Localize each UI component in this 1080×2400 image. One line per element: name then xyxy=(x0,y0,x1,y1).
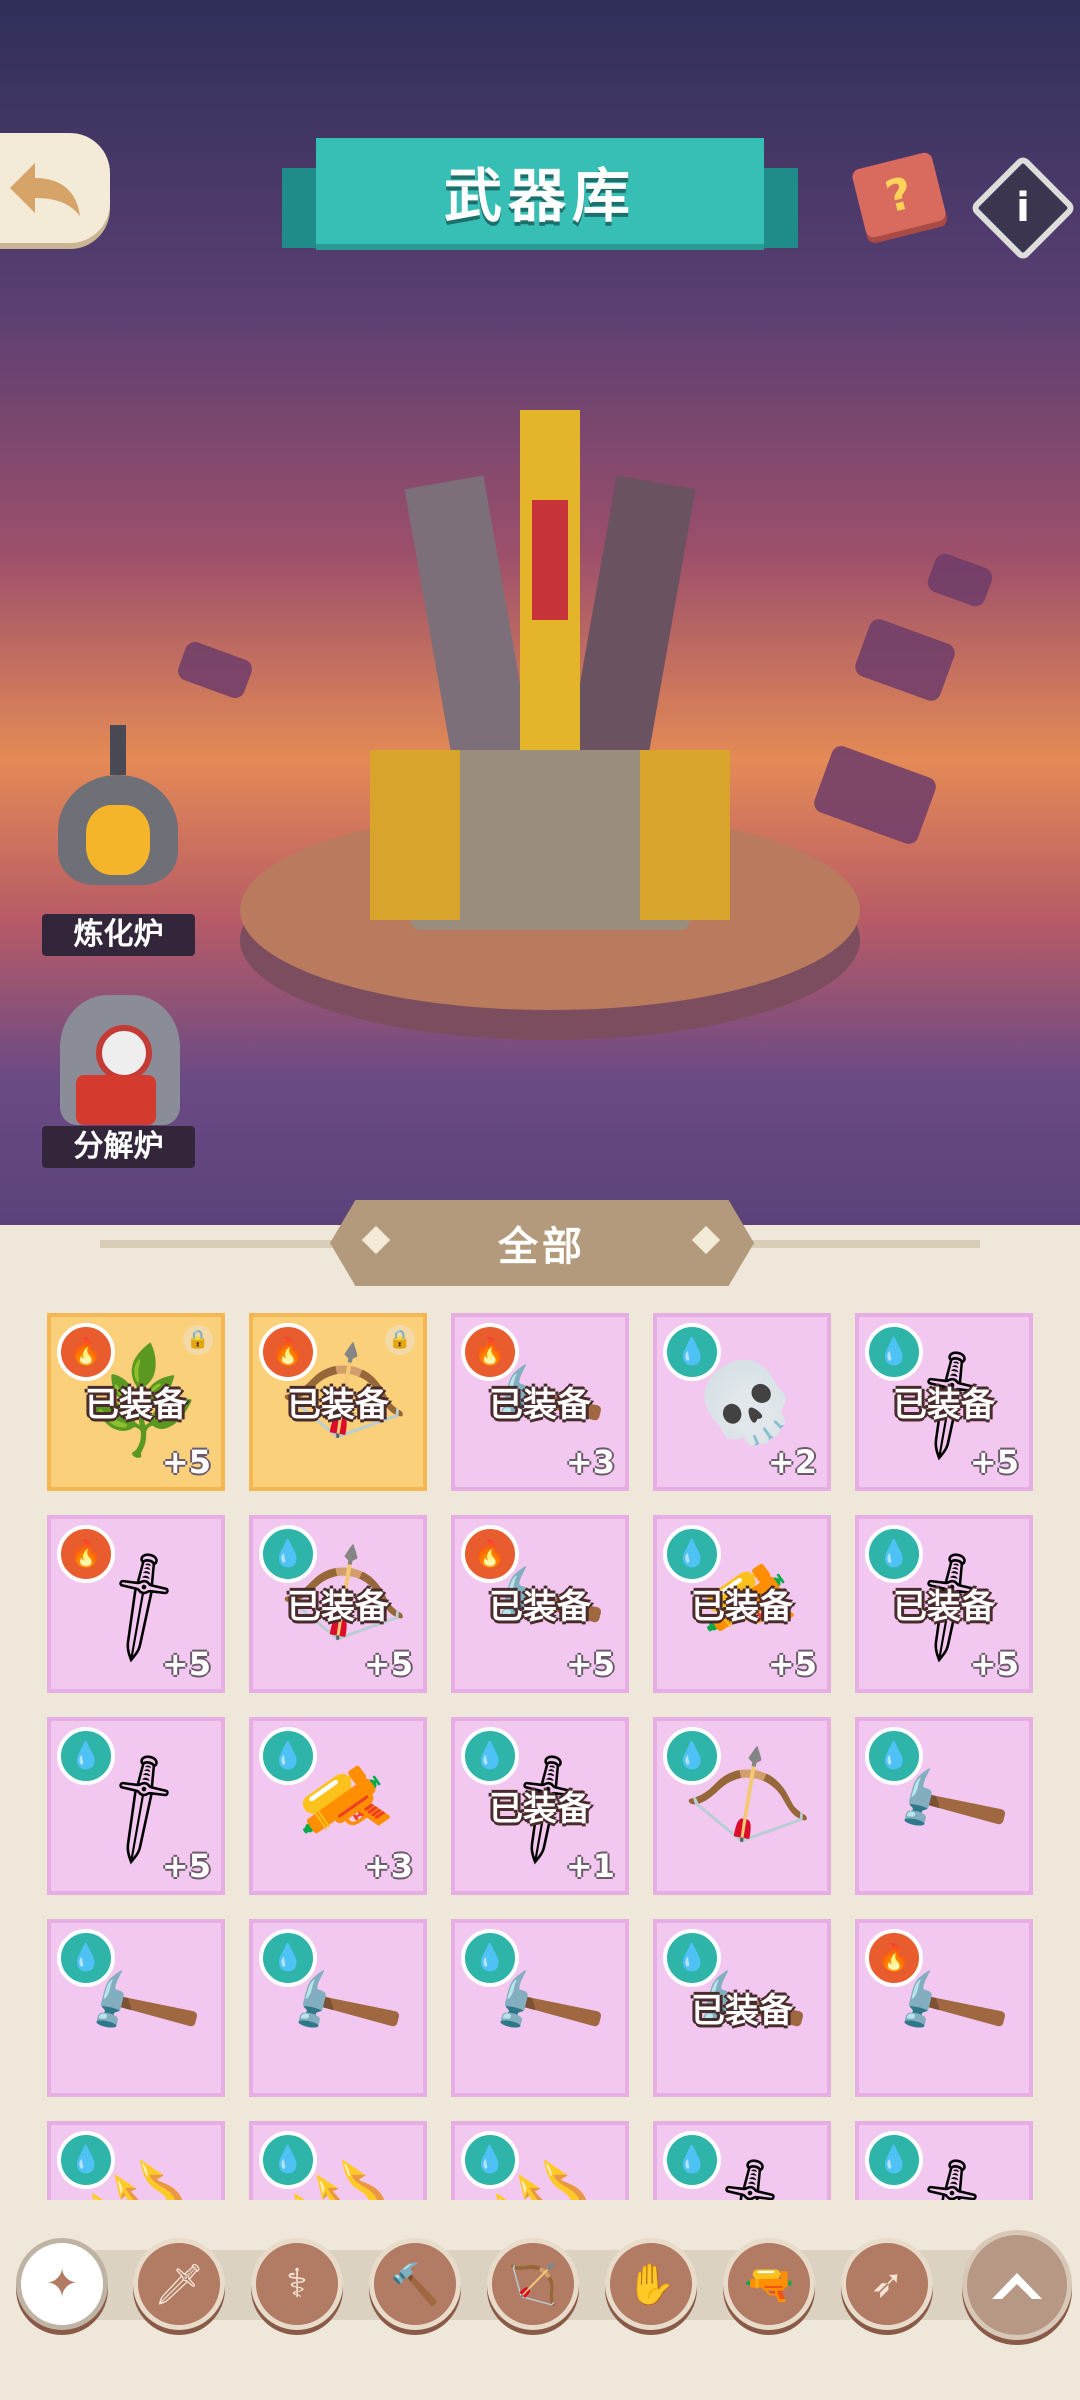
gun-category-icon[interactable]: 🔫 xyxy=(723,2238,815,2330)
weapon-slot[interactable]: 💧 🗡 已装备 +1 xyxy=(451,1717,629,1895)
ribbon-body: 武器库 xyxy=(316,138,764,244)
hammer-category-icon[interactable]: 🔨 xyxy=(369,2238,461,2330)
upgrade-level: +5 xyxy=(363,1645,413,1683)
weapon-slot[interactable]: 🔥 🔒 🏹 已装备 xyxy=(249,1313,427,1491)
floating-rock xyxy=(924,550,996,610)
info-icon[interactable]: i xyxy=(969,154,1077,262)
weapon-slot[interactable]: 💧 🔨 xyxy=(855,1717,1033,1895)
upgrade-level: +5 xyxy=(161,1443,211,1481)
filter-tab-label: 全部 xyxy=(498,1224,586,1270)
weapon-slot[interactable]: 💧 🔫 已装备 +5 xyxy=(653,1515,831,1693)
upgrade-level: +1 xyxy=(565,1847,615,1885)
weapon-slot[interactable]: 💧 🔨 已装备 xyxy=(653,1919,831,2097)
weapon-slot[interactable]: 💧 🔨 xyxy=(249,1919,427,2097)
molten-gold-icon xyxy=(86,805,150,875)
spear-category-icon[interactable]: ➶ xyxy=(841,2238,933,2330)
equipped-label: 已装备 xyxy=(489,1587,591,1627)
weapon-slot[interactable]: 💧 🏹 xyxy=(653,1717,831,1895)
furnace-hook-icon xyxy=(110,725,126,775)
staff-category-icon[interactable]: ⚕ xyxy=(251,2238,343,2330)
equipped-label: 已装备 xyxy=(691,1991,793,2031)
equipped-label: 已装备 xyxy=(893,1385,995,1425)
weapon-slot[interactable]: 💧 🗡 +5 xyxy=(47,1717,225,1895)
weapon-slot[interactable]: 💧🔱 xyxy=(47,2121,225,2200)
lock-icon[interactable]: 🔒 xyxy=(385,1325,415,1355)
equipped-label: 已装备 xyxy=(489,1789,591,1829)
upgrade-level: +2 xyxy=(767,1443,817,1481)
upgrade-level: +5 xyxy=(767,1645,817,1683)
weapon-slot[interactable]: 💧🔱 xyxy=(249,2121,427,2200)
weapon-slot[interactable]: 🔥 🔨 已装备 +5 xyxy=(451,1515,629,1693)
weapon-slot[interactable]: 💧 🗡 已装备 +5 xyxy=(855,1313,1033,1491)
weapon-slot[interactable]: 💧 🗡 已装备 +5 xyxy=(855,1515,1033,1693)
all-category-icon[interactable]: ✦ xyxy=(16,2238,108,2330)
weapon-slot[interactable]: 💧 🔨 xyxy=(47,1919,225,2097)
weapon-slot[interactable]: 🔥 🗡 +5 xyxy=(47,1515,225,1693)
smelting-furnace-label[interactable]: 炼化炉 xyxy=(42,914,195,956)
monument-sword-grip xyxy=(532,500,568,620)
upgrade-level: +5 xyxy=(161,1847,211,1885)
page-title: 武器库 xyxy=(443,162,636,230)
smelting-furnace-button[interactable] xyxy=(38,725,198,915)
weapon-slot[interactable]: 💧 🔨 xyxy=(451,1919,629,2097)
filter-tab-all[interactable]: 全部 xyxy=(330,1200,754,1286)
valve-icon xyxy=(96,1025,152,1081)
weapon-slot[interactable]: 🔥 🔨 xyxy=(855,1919,1033,2097)
upgrade-level: +5 xyxy=(969,1443,1019,1481)
weapon-grid: 🔥 🔒 🌿 已装备 +5 🔥 🔒 🏹 已装备 🔥 🔨 已装备 +3 💧 💀 +2 💧 🗡 已装备 +5 🔥 🗡 +5 💧 🏹 已装… xyxy=(47,1313,1033,2200)
bow-category-icon[interactable]: 🏹 xyxy=(487,2238,579,2330)
upgrade-level: +5 xyxy=(565,1645,615,1683)
armory-scene: 武器库 ? i 炼化炉 分解炉 xyxy=(0,0,1080,1225)
weapon-slot[interactable]: 💧🔱 xyxy=(451,2121,629,2200)
weapon-slot[interactable]: 🔥 🔨 已装备 +3 xyxy=(451,1313,629,1491)
divider xyxy=(740,1240,980,1248)
equipped-label: 已装备 xyxy=(85,1385,187,1425)
equipped-label: 已装备 xyxy=(893,1587,995,1627)
title-banner: 武器库 xyxy=(282,138,798,258)
lock-icon[interactable]: 🔒 xyxy=(183,1325,213,1355)
monument-blade xyxy=(404,475,536,785)
claw-category-icon[interactable]: ✋ xyxy=(605,2238,697,2330)
equipped-label: 已装备 xyxy=(287,1587,389,1627)
weapon-slot[interactable]: 💧 💀 +2 xyxy=(653,1313,831,1491)
fire-grate-icon xyxy=(76,1075,156,1125)
weapon-slot[interactable]: 💧🗡 xyxy=(653,2121,831,2200)
back-button[interactable] xyxy=(0,133,110,243)
weapon-slot[interactable]: 💧🗡 xyxy=(855,2121,1033,2200)
weapon-slot[interactable]: 💧 🏹 已装备 +5 xyxy=(249,1515,427,1693)
chevron-up-icon[interactable] xyxy=(962,2230,1072,2340)
decompose-furnace-label[interactable]: 分解炉 xyxy=(42,1126,195,1168)
weapon-monument xyxy=(200,350,900,1050)
back-arrow-icon xyxy=(10,163,80,216)
upgrade-level: +3 xyxy=(363,1847,413,1885)
help-book-icon[interactable]: ? xyxy=(850,151,948,239)
monument-blade xyxy=(564,475,696,785)
upgrade-level: +3 xyxy=(565,1443,615,1481)
monument-gold-pillar xyxy=(640,750,730,920)
sword-category-icon[interactable]: 🗡 xyxy=(133,2238,225,2330)
weapon-slot[interactable]: 💧 🔫 +3 xyxy=(249,1717,427,1895)
equipped-label: 已装备 xyxy=(489,1385,591,1425)
equipped-label: 已装备 xyxy=(287,1385,389,1425)
upgrade-level: +5 xyxy=(969,1645,1019,1683)
monument-gold-pillar xyxy=(370,750,460,920)
equipped-label: 已装备 xyxy=(691,1587,793,1627)
divider xyxy=(100,1240,340,1248)
weapon-slot[interactable]: 🔥 🔒 🌿 已装备 +5 xyxy=(47,1313,225,1491)
upgrade-level: +5 xyxy=(161,1645,211,1683)
